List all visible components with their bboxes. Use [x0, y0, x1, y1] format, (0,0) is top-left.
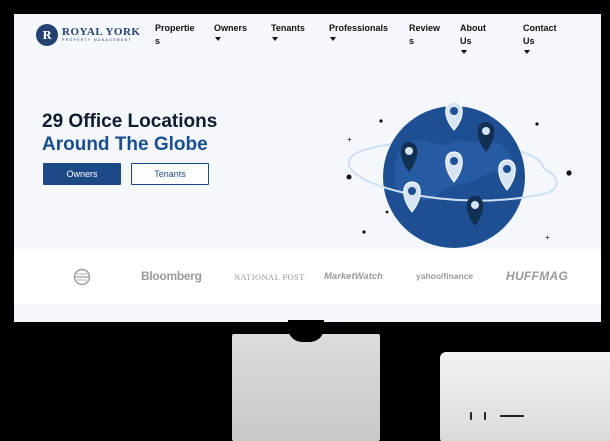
top-navigation: R ROYAL YORK PROPERTY MANAGEMENT Propert… [14, 14, 601, 64]
hero-title: 29 Office Locations Around The Globe [42, 110, 217, 156]
press-emblem-icon [73, 268, 91, 286]
nav-item-contact-us[interactable]: Contact Us [523, 22, 557, 54]
port-slot [470, 412, 472, 420]
star-dot [566, 170, 572, 176]
brand-name: ROYAL YORK [62, 26, 141, 39]
nav-label: Tenants [271, 23, 305, 33]
monitor-hinge [288, 320, 324, 342]
chevron-down-icon [330, 37, 336, 41]
star-dot [346, 174, 352, 180]
monitor-stand [232, 334, 380, 441]
brand-tagline: PROPERTY MANAGEMENT [62, 38, 132, 43]
owners-button[interactable]: Owners [43, 163, 121, 185]
desktop-computer [440, 352, 610, 441]
globe-illustration: + + + [346, 101, 572, 254]
tenants-button[interactable]: Tenants [131, 163, 209, 185]
star-dot [379, 119, 383, 123]
nav-label: Propertie [155, 23, 195, 33]
star-dot [362, 230, 366, 234]
press-logo-huffmag: HUFFMAG [506, 269, 569, 283]
nav-label-wrap: s [409, 36, 415, 46]
press-logo-bloomberg: Bloomberg [141, 269, 202, 283]
star-dot [385, 210, 389, 214]
brand-text: ROYAL YORK PROPERTY MANAGEMENT [62, 27, 140, 43]
brand-logo[interactable]: R ROYAL YORK PROPERTY MANAGEMENT [36, 24, 140, 46]
port-slot [484, 412, 486, 420]
press-logos-band: Bloomberg NATIONAL POST MarketWatch yaho… [14, 249, 601, 304]
chevron-down-icon [215, 37, 221, 41]
nav-item-professionals[interactable]: Professionals [329, 22, 388, 41]
chevron-down-icon [461, 50, 467, 54]
press-logo-yahoo-finance: yahoo/finance [416, 271, 474, 281]
nav-label-wrap: s [155, 36, 161, 46]
nav-item-owners[interactable]: Owners [214, 22, 247, 41]
monitor-screen: R ROYAL YORK PROPERTY MANAGEMENT Propert… [14, 14, 601, 322]
sparkle-icon: + [545, 233, 550, 242]
hero-title-line2: Around The Globe [42, 134, 208, 155]
crest-icon: R [36, 24, 58, 46]
sparkle-icon: + [347, 135, 352, 144]
press-logo-marketwatch: MarketWatch [324, 271, 383, 282]
nav-item-about-us[interactable]: About Us [460, 22, 486, 54]
nav-item-tenants[interactable]: Tenants [271, 22, 305, 41]
nav-label: Review [409, 23, 441, 33]
nav-label: Professionals [329, 23, 389, 33]
nav-label: Contact Us [523, 23, 557, 46]
chevron-down-icon [272, 37, 278, 41]
card-slot [500, 415, 524, 417]
press-logo-national-post: NATIONAL POST [234, 272, 305, 282]
nav-item-reviews[interactable]: Review s [409, 22, 440, 48]
nav-label: Owners [214, 23, 248, 33]
stage: R ROYAL YORK PROPERTY MANAGEMENT Propert… [0, 0, 610, 441]
nav-label: About Us [460, 23, 486, 46]
nav-item-properties[interactable]: Propertie s [155, 22, 195, 48]
chevron-down-icon [524, 50, 530, 54]
star-dot [535, 122, 539, 126]
hero-title-line1: 29 Office Locations [42, 111, 218, 132]
